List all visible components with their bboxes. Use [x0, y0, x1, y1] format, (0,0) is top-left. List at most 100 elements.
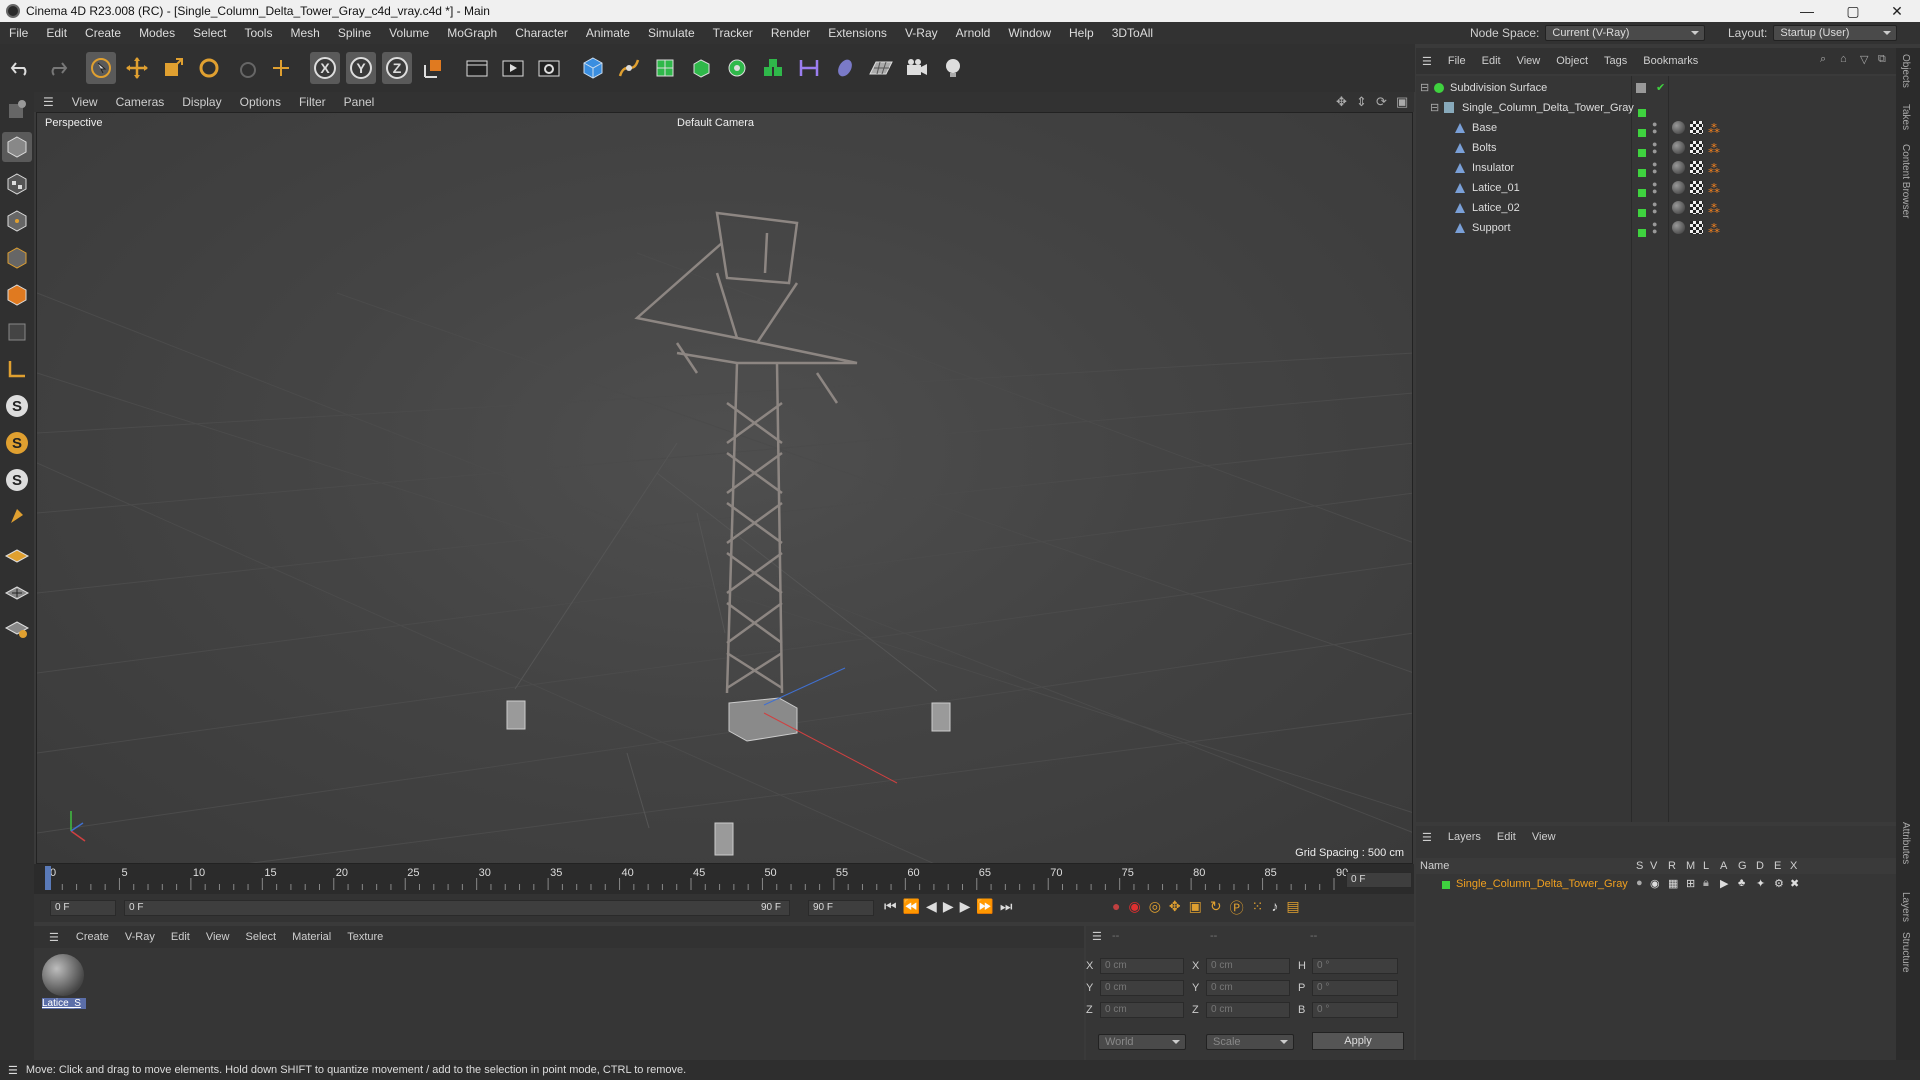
viewport-nav-move-icon[interactable]: ✥	[1336, 94, 1347, 110]
workplane-icon[interactable]	[2, 539, 32, 569]
move-tool-icon[interactable]	[122, 52, 152, 84]
object-menu-tags[interactable]: Tags	[1596, 55, 1635, 67]
tree-row-group[interactable]: ⊟ Single_Column_Delta_Tower_Gray	[1416, 98, 1896, 118]
playhead[interactable]	[45, 866, 51, 890]
layer-manager-icon[interactable]: ⊞	[1686, 877, 1695, 890]
object-menu-object[interactable]: Object	[1548, 55, 1596, 67]
viewport-menu-display[interactable]: Display	[173, 95, 230, 109]
extrude-icon[interactable]	[686, 52, 716, 84]
transform-tool-icon[interactable]	[266, 52, 296, 84]
cube-icon[interactable]	[578, 52, 608, 84]
next-frame-icon[interactable]: ▶	[960, 898, 971, 915]
material-tag-icon[interactable]	[1672, 121, 1685, 134]
menu-vray[interactable]: V-Ray	[896, 22, 947, 44]
viewport-menu-cameras[interactable]: Cameras	[107, 95, 174, 109]
render-picture-viewer-icon[interactable]	[498, 52, 528, 84]
menu-simulate[interactable]: Simulate	[639, 22, 704, 44]
make-editable-icon[interactable]	[2, 95, 32, 125]
layer-visible-icon[interactable]: ◉	[1650, 877, 1660, 890]
apply-button[interactable]: Apply	[1312, 1032, 1404, 1050]
planar-workplane-icon[interactable]	[2, 613, 32, 643]
timeline-ruler[interactable]: 0 5 10 15 20 25 30 35 40 45 50 55 60 65 70 75 80 85 90 0 F	[34, 864, 1414, 894]
viewport-nav-rotate-icon[interactable]: ⟳	[1376, 94, 1387, 110]
material-menu-view[interactable]: View	[198, 931, 238, 943]
material-tag-icon[interactable]	[1672, 221, 1685, 234]
menu-volume[interactable]: Volume	[380, 22, 438, 44]
select-tool-icon[interactable]	[86, 52, 116, 84]
minimize-button[interactable]: —	[1784, 0, 1830, 22]
material-name[interactable]: Latice_S	[42, 998, 86, 1009]
workplane-snap-icon[interactable]: S	[2, 465, 32, 495]
render-settings-icon[interactable]	[534, 52, 564, 84]
vray-tag-icon[interactable]: ⁂	[1708, 219, 1720, 239]
vray-tag-icon[interactable]: ⁂	[1708, 179, 1720, 199]
visibility-dots-icon[interactable]: ● ●	[1652, 180, 1657, 196]
menu-modes[interactable]: Modes	[130, 22, 184, 44]
texture-tag-icon[interactable]	[1690, 121, 1703, 134]
coordinate-system-icon[interactable]	[418, 52, 448, 84]
layer-xrefs-icon[interactable]: ✖	[1790, 877, 1799, 890]
menu-create[interactable]: Create	[76, 22, 130, 44]
material-tag-icon[interactable]	[1672, 181, 1685, 194]
layer-render-icon[interactable]: ▦	[1668, 877, 1678, 890]
points-mode-icon[interactable]	[2, 206, 32, 236]
next-key-icon[interactable]: ⏩	[976, 898, 993, 915]
tree-row-object[interactable]: Support ● ● ⁂	[1416, 218, 1896, 238]
material-tag-icon[interactable]	[1672, 161, 1685, 174]
texture-tag-icon[interactable]	[1690, 141, 1703, 154]
timeline-track[interactable]: 0 5 10 15 20 25 30 35 40 45 50 55 60 65 70 75 80 85 90	[34, 864, 1354, 894]
object-new-window-icon[interactable]: ⧉	[1878, 53, 1886, 66]
axis-mode-icon[interactable]	[2, 354, 32, 384]
texture-tag-icon[interactable]	[1690, 161, 1703, 174]
tree-row-object[interactable]: Latice_01 ● ● ⁂	[1416, 178, 1896, 198]
viewport-menu-options[interactable]: Options	[231, 95, 290, 109]
menu-tools[interactable]: Tools	[235, 22, 281, 44]
menu-spline[interactable]: Spline	[329, 22, 380, 44]
menu-select[interactable]: Select	[184, 22, 235, 44]
layer-name[interactable]: Single_Column_Delta_Tower_Gray	[1456, 878, 1628, 890]
vray-tag-icon[interactable]: ⁂	[1708, 139, 1720, 159]
3d-viewport[interactable]: Perspective Default Camera Grid Spacing …	[36, 112, 1413, 864]
viewport-menu-panel[interactable]: Panel	[335, 95, 384, 109]
motion-mode-icon[interactable]: ♪	[1271, 898, 1278, 918]
tab-objects[interactable]: Objects	[1900, 54, 1911, 88]
redo-icon[interactable]	[42, 52, 72, 84]
key-position-icon[interactable]: ✥	[1169, 898, 1181, 918]
snap-icon[interactable]: S	[2, 391, 32, 421]
object-hamburger-icon[interactable]: ☰	[1416, 55, 1440, 68]
texture-tag-icon[interactable]	[1690, 181, 1703, 194]
timeline-window-icon[interactable]: ▤	[1286, 898, 1299, 918]
coord-pos-x-field[interactable]: 0 cm	[1100, 958, 1184, 974]
end-frame-field[interactable]: 90 F	[808, 900, 874, 916]
tab-layers[interactable]: Layers	[1900, 892, 1911, 922]
material-menu-edit[interactable]: Edit	[163, 931, 198, 943]
material-menu-create[interactable]: Create	[68, 931, 117, 943]
expand-toggle-icon[interactable]: ⊟	[1420, 78, 1429, 98]
autokey-icon[interactable]: ◉	[1128, 898, 1140, 918]
coord-pos-y-field[interactable]: 0 cm	[1100, 980, 1184, 996]
material-menu-select[interactable]: Select	[238, 931, 285, 943]
menu-tracker[interactable]: Tracker	[704, 22, 762, 44]
layer-solo-icon[interactable]: ●	[1636, 877, 1643, 889]
material-hamburger-icon[interactable]: ☰	[40, 931, 68, 944]
z-axis-icon[interactable]: Z	[382, 52, 412, 84]
scale-tool-icon[interactable]	[158, 52, 188, 84]
previous-frame-icon[interactable]: ◀	[926, 898, 937, 915]
menu-3dtoall[interactable]: 3DToAll	[1103, 22, 1162, 44]
subdivision-icon[interactable]	[650, 52, 680, 84]
coord-rot-b-field[interactable]: 0 °	[1312, 1002, 1398, 1018]
menu-mograph[interactable]: MoGraph	[438, 22, 506, 44]
edges-mode-icon[interactable]	[2, 243, 32, 273]
go-to-end-icon[interactable]: ⏭	[1000, 898, 1013, 915]
menu-character[interactable]: Character	[506, 22, 577, 44]
camera-icon[interactable]	[902, 52, 932, 84]
maximize-button[interactable]: ▢	[1830, 0, 1876, 22]
viewport-menu-view[interactable]: View	[63, 95, 107, 109]
layer-lock-icon[interactable]: 🔒︎	[1703, 877, 1709, 890]
live-select-icon[interactable]	[230, 52, 260, 84]
viewport-menu-filter[interactable]: Filter	[290, 95, 335, 109]
viewport-hamburger-icon[interactable]: ☰	[34, 95, 63, 109]
floor-icon[interactable]	[866, 52, 896, 84]
locked-workplane-icon[interactable]	[2, 576, 32, 606]
coord-hamburger-icon[interactable]: ☰	[1092, 930, 1102, 943]
